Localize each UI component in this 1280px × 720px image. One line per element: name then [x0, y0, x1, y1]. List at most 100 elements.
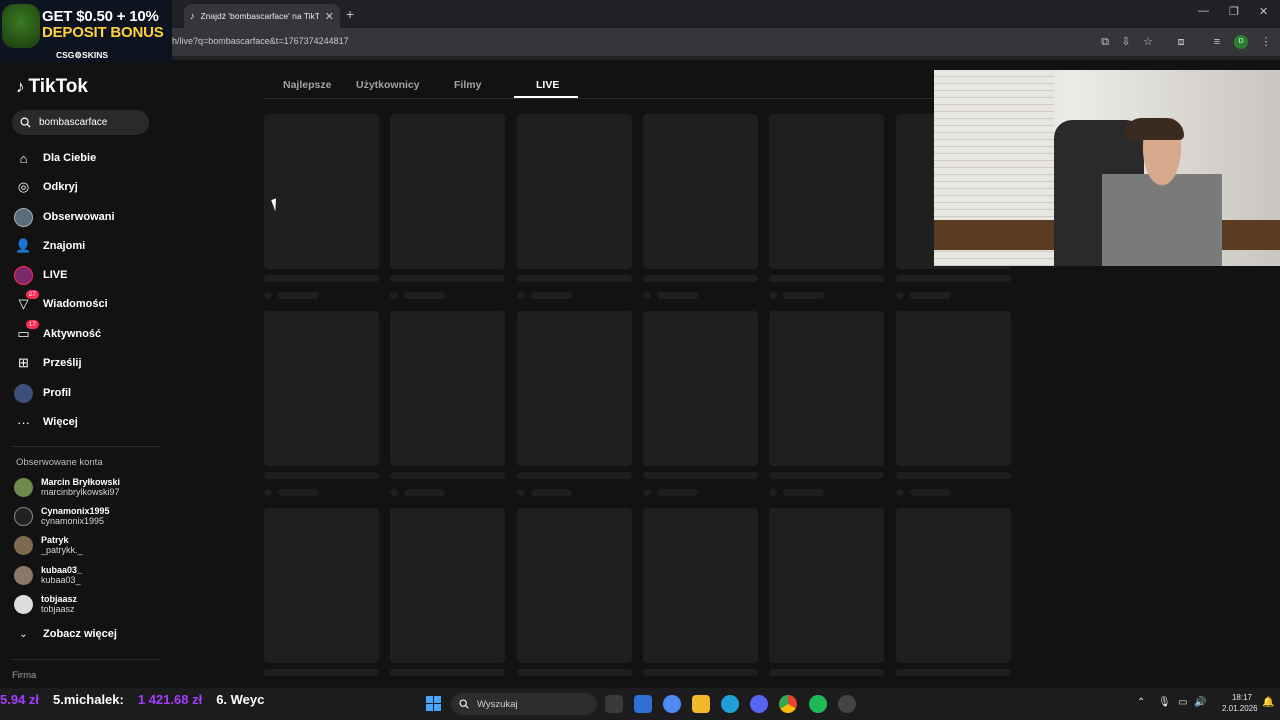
tray-chevron-icon[interactable]: ⌃ [1137, 697, 1145, 708]
skeleton-avatar [769, 292, 777, 299]
ad-brand: CSG⚙SKINS [56, 50, 109, 60]
nav-item-friends[interactable]: 👤 Znajomi [14, 235, 164, 257]
skeleton-text [783, 292, 824, 299]
nav-label: Prześlij [43, 357, 82, 369]
app-icon[interactable] [838, 695, 856, 713]
skeleton-avatar [896, 489, 904, 496]
copilot-icon[interactable] [663, 695, 681, 713]
live-card-placeholder[interactable] [390, 311, 505, 466]
webcam-person [1102, 118, 1222, 266]
profile-avatar[interactable]: D [1234, 35, 1248, 49]
followed-account[interactable]: tobjaasz tobjaasz [14, 591, 164, 617]
live-card-placeholder[interactable] [643, 114, 758, 269]
live-card-placeholder[interactable] [517, 311, 632, 466]
nav-item-explore[interactable]: ◎ Odkryj [14, 176, 164, 198]
live-card-placeholder[interactable] [769, 114, 884, 269]
microphone-icon[interactable]: 🎙 [1158, 697, 1171, 708]
edge-icon[interactable] [721, 695, 739, 713]
tab-live[interactable]: LIVE [536, 79, 559, 91]
url-text[interactable]: h/live?q=bombascarface&t=1767374244817 [172, 36, 349, 46]
live-card-placeholder[interactable] [769, 311, 884, 466]
followed-account[interactable]: kubaa03_ kubaa03_ [14, 562, 164, 588]
tab-title: Znajdź 'bombascarface' na TikTok [200, 11, 319, 21]
skeleton-line [643, 275, 758, 282]
tab-top[interactable]: Najlepsze [283, 79, 331, 91]
menu-kebab-icon[interactable]: ⋮ [1259, 35, 1273, 49]
nav-item-upload[interactable]: ⊞ Prześlij [14, 352, 164, 374]
minimize-icon[interactable]: — [1198, 5, 1209, 17]
media-icon[interactable]: ≡ [1210, 35, 1224, 49]
new-tab-icon[interactable]: + [346, 6, 354, 22]
tab-users[interactable]: Użytkownicy [356, 79, 420, 91]
volume-icon[interactable]: 🔊 [1194, 697, 1206, 708]
live-card-placeholder[interactable] [517, 508, 632, 663]
nav-item-messages[interactable]: ▽ 27 Wiadomości [14, 289, 164, 315]
tiktok-favicon-icon: ♪ [190, 11, 195, 21]
live-card-placeholder[interactable] [896, 508, 1011, 663]
live-card-placeholder[interactable] [390, 114, 505, 269]
ad-banner[interactable]: GET $0.50 + 10% DEPOSIT BONUS CSG⚙SKINS [0, 0, 172, 62]
close-window-icon[interactable]: ✕ [1259, 5, 1268, 18]
file-explorer-icon[interactable] [692, 695, 710, 713]
live-card-placeholder[interactable] [643, 311, 758, 466]
followed-account[interactable]: Marcin Bryłkowski marcinbrylkowski97 [14, 474, 164, 500]
ad-line2: DEPOSIT BONUS [42, 24, 164, 41]
browser-tab-active[interactable]: ♪ Znajdź 'bombascarface' na TikTok ✕ [184, 4, 340, 28]
extensions-icon[interactable]: ⧈ [1174, 35, 1188, 49]
skeleton-line [264, 275, 379, 282]
tab-close-icon[interactable]: ✕ [325, 10, 334, 23]
notifications-icon[interactable]: 🔔 [1262, 697, 1274, 708]
skeleton-line [896, 275, 1011, 282]
clock[interactable]: 18:17 2.01.2026 [1222, 692, 1258, 714]
skeleton-text [531, 292, 572, 299]
live-card-placeholder[interactable] [643, 508, 758, 663]
tiktok-logo[interactable]: ♪ TikTok [16, 76, 88, 98]
followed-account[interactable]: Cynamonix1995 cynamonix1995 [14, 503, 164, 529]
nav-item-for-you[interactable]: ⌂ Dla Ciebie [14, 147, 164, 169]
bookmark-star-icon[interactable]: ☆ [1141, 35, 1155, 49]
skeleton-text [910, 489, 951, 496]
skeleton-line [264, 472, 379, 479]
skeleton-line [769, 275, 884, 282]
install-icon[interactable]: ⇩ [1119, 35, 1133, 49]
nav-item-more[interactable]: ··· Więcej [14, 411, 164, 433]
followed-account[interactable]: Patryk _patrykk._ [14, 532, 164, 558]
search-bar[interactable] [12, 110, 149, 135]
nav-item-live[interactable]: LIVE [14, 264, 164, 286]
nav-item-activity[interactable]: ▭ 17 Aktywność [14, 319, 164, 345]
spotify-icon[interactable] [809, 695, 827, 713]
live-card-placeholder[interactable] [390, 508, 505, 663]
live-card-placeholder[interactable] [264, 114, 379, 269]
chrome-icon[interactable] [779, 695, 797, 713]
store-icon[interactable] [634, 695, 652, 713]
skeleton-avatar [643, 292, 651, 299]
nav-item-following[interactable]: Obserwowani [14, 206, 164, 228]
nav-item-profile[interactable]: Profil [14, 382, 164, 404]
translate-icon[interactable]: ⧉ [1098, 35, 1112, 49]
logo-text: TikTok [28, 76, 88, 97]
discord-icon[interactable] [750, 695, 768, 713]
footer-company-link[interactable]: Firma [12, 670, 36, 681]
windows-start-icon[interactable] [426, 696, 441, 711]
upload-icon: ⊞ [18, 355, 29, 370]
avatar [14, 506, 33, 526]
taskbar-search[interactable]: Wyszukaj [451, 693, 597, 715]
live-card-placeholder[interactable] [896, 311, 1011, 466]
task-view-icon[interactable] [605, 695, 623, 713]
skeleton-avatar [896, 292, 904, 299]
taskbar-search-placeholder: Wyszukaj [477, 698, 518, 710]
see-more-button[interactable]: ⌄ Zobacz więcej [14, 623, 164, 645]
restore-icon[interactable]: ❐ [1229, 5, 1239, 18]
search-input[interactable] [39, 117, 139, 128]
nav-label: LIVE [43, 269, 68, 281]
live-card-placeholder[interactable] [769, 508, 884, 663]
network-icon[interactable]: ▭ [1178, 697, 1187, 708]
webcam-overlay [934, 70, 1280, 266]
tab-videos[interactable]: Filmy [454, 79, 481, 91]
live-card-placeholder[interactable] [517, 114, 632, 269]
live-card-placeholder[interactable] [264, 508, 379, 663]
followed-header: Obserwowane konta [16, 457, 103, 468]
account-handle: marcinbrylkowski97 [41, 487, 120, 497]
account-handle: _patrykk._ [41, 545, 83, 555]
live-card-placeholder[interactable] [264, 311, 379, 466]
